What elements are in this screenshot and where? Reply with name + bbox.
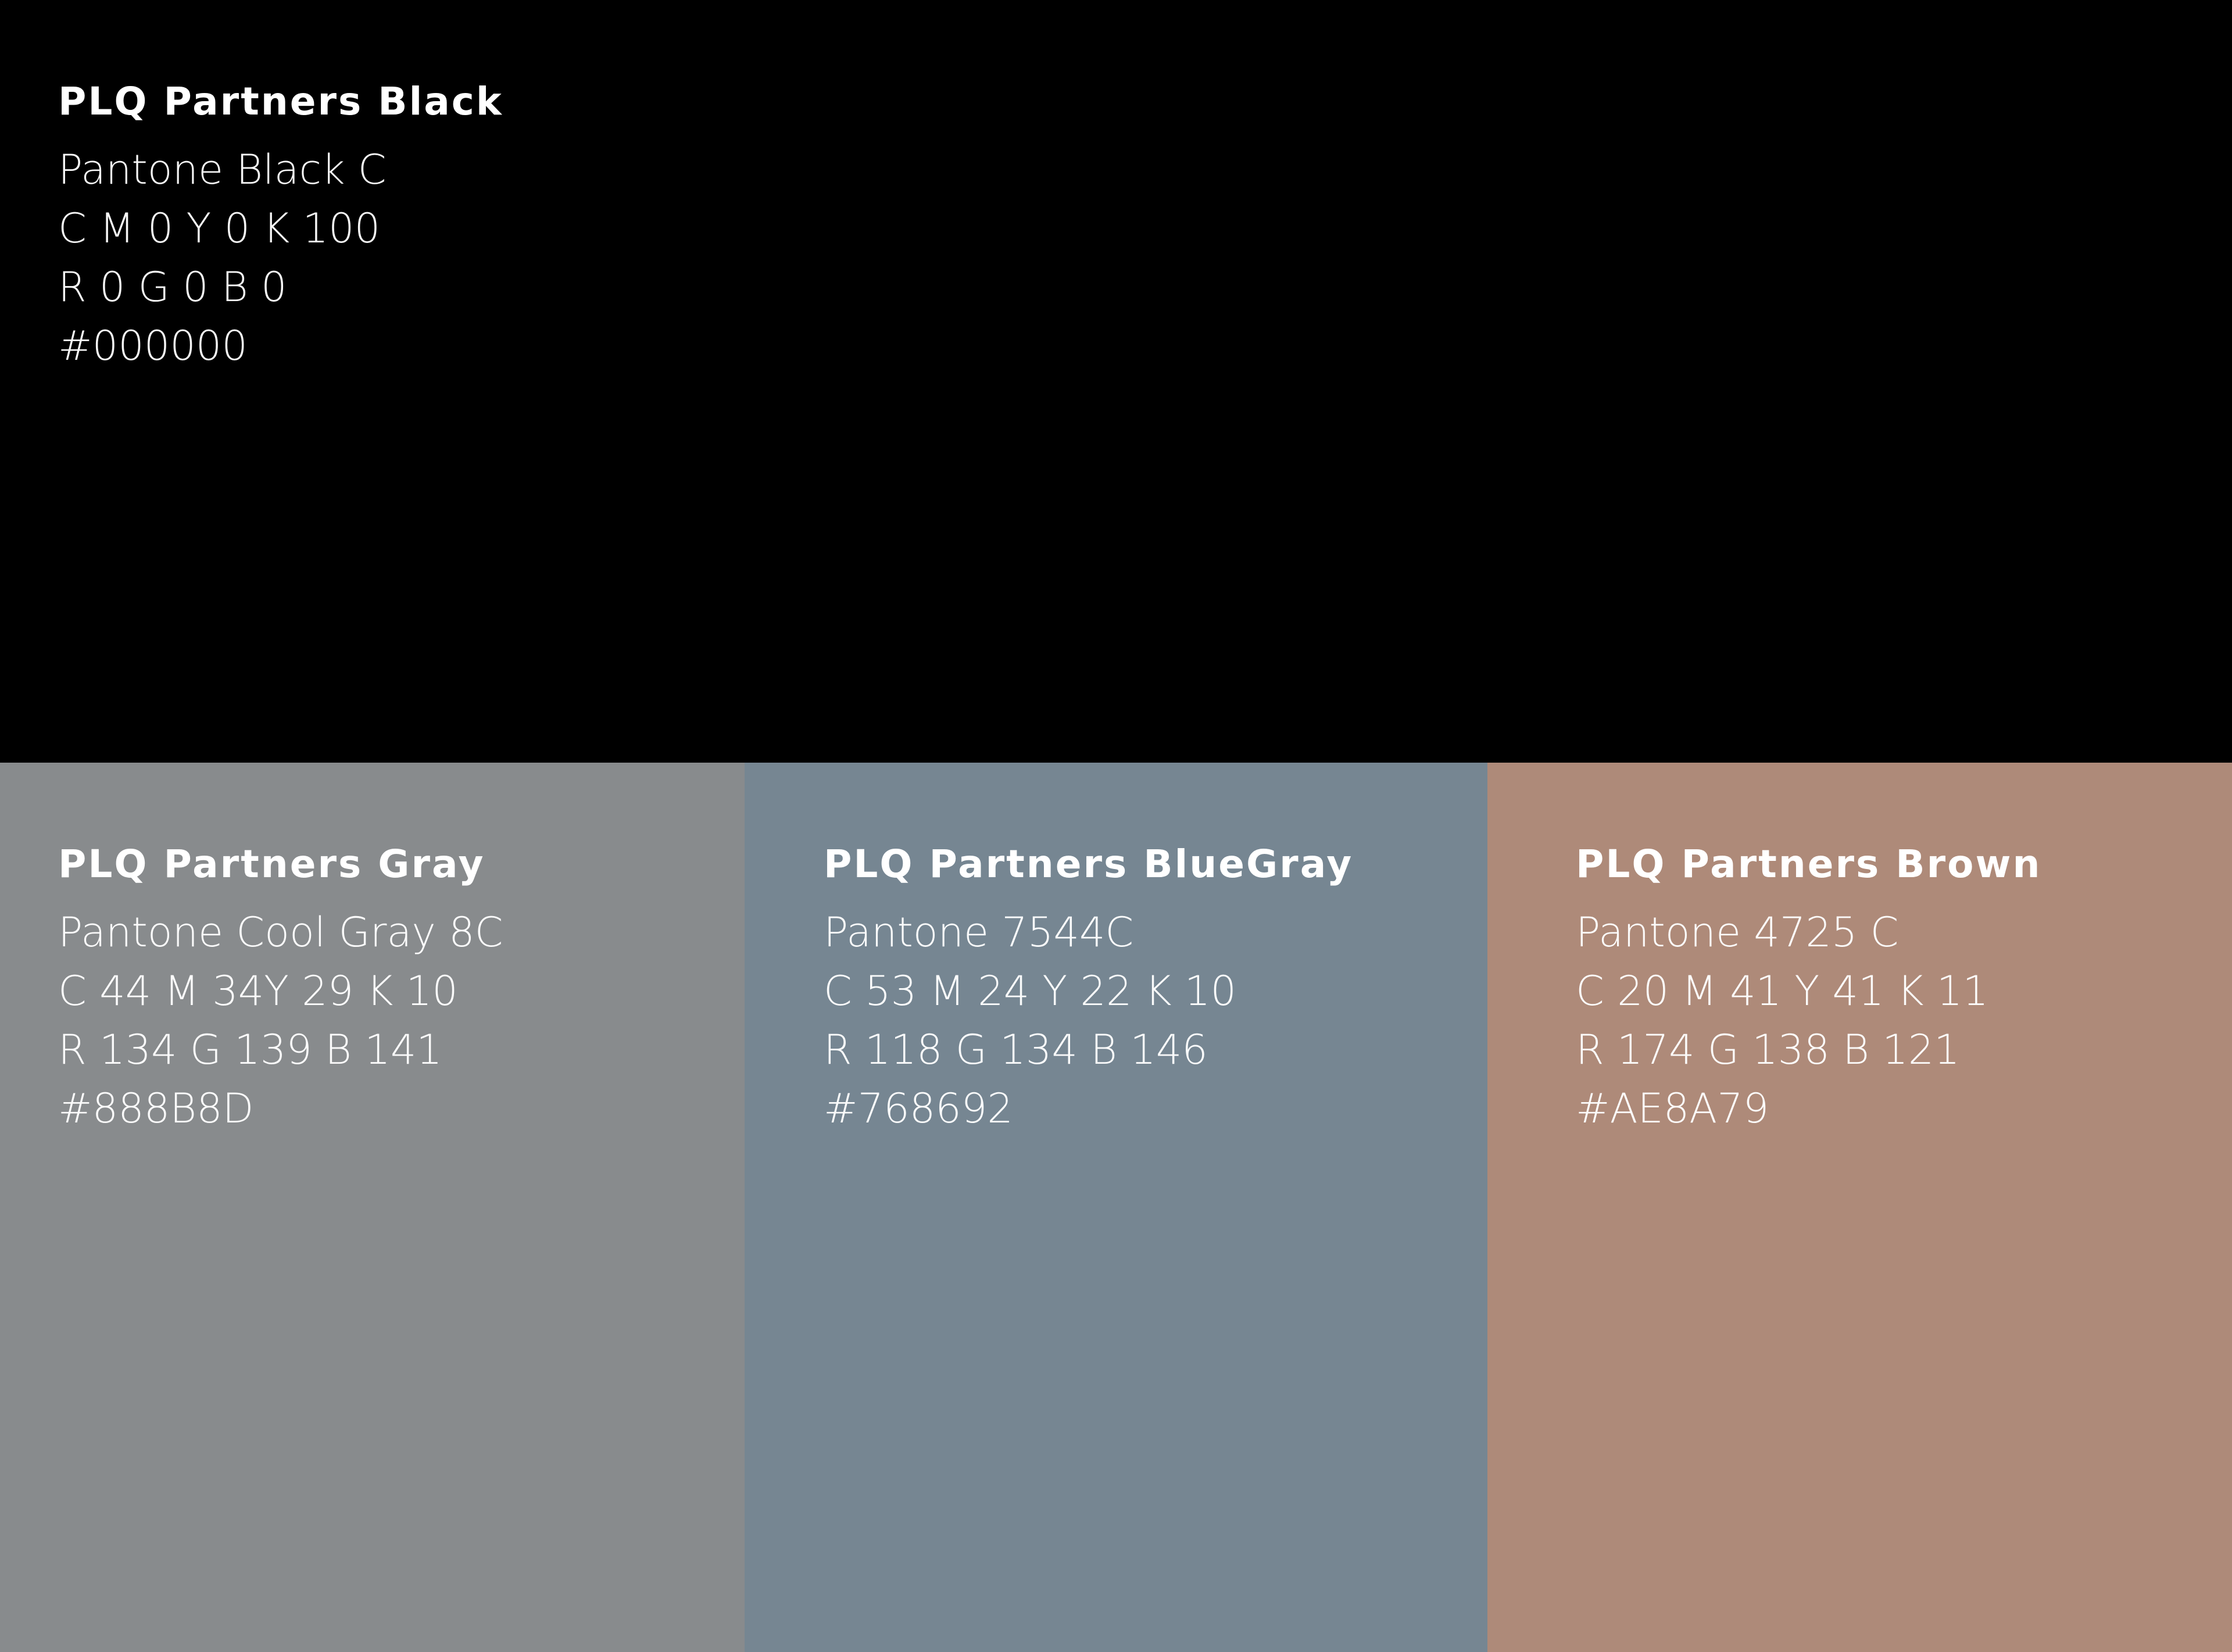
swatch-bluegray: PLQ Partners BlueGray Pantone 7544C C 53… bbox=[745, 763, 1487, 1652]
swatch-bluegray-cmyk: C 53 M 24 Y 22 K 10 bbox=[824, 967, 1236, 1015]
swatch-bluegray-name: PLQ Partners BlueGray bbox=[824, 842, 1354, 886]
swatch-black: PLQ Partners Black Pantone Black C C M 0… bbox=[0, 0, 2232, 763]
swatch-brown-hex: #AE8A79 bbox=[1576, 1085, 1769, 1132]
swatch-gray-hex: #888B8D bbox=[58, 1085, 254, 1132]
swatch-gray-info: PLQ Partners Gray Pantone Cool Gray 8C C… bbox=[58, 838, 503, 1138]
swatch-gray-name: PLQ Partners Gray bbox=[58, 842, 485, 886]
swatch-brown-pantone: Pantone 4725 C bbox=[1576, 909, 1899, 956]
swatch-black-name: PLQ Partners Black bbox=[58, 79, 503, 124]
swatch-black-info: PLQ Partners Black Pantone Black C C M 0… bbox=[58, 76, 503, 376]
swatch-brown-rgb: R 174 G 138 B 121 bbox=[1576, 1026, 1960, 1074]
swatch-gray: PLQ Partners Gray Pantone Cool Gray 8C C… bbox=[0, 763, 745, 1652]
swatch-brown-info: PLQ Partners Brown Pantone 4725 C C 20 M… bbox=[1576, 838, 2041, 1138]
swatch-gray-pantone: Pantone Cool Gray 8C bbox=[58, 909, 503, 956]
swatch-gray-rgb: R 134 G 139 B 141 bbox=[58, 1026, 442, 1074]
swatch-gray-cmyk: C 44 M 34Y 29 K 10 bbox=[58, 967, 458, 1015]
swatch-black-hex: #000000 bbox=[58, 322, 248, 370]
swatch-black-cmyk: C M 0 Y 0 K 100 bbox=[58, 205, 381, 252]
swatch-black-pantone: Pantone Black C bbox=[58, 146, 387, 194]
swatch-black-rgb: R 0 G 0 B 0 bbox=[58, 263, 287, 311]
swatch-bluegray-pantone: Pantone 7544C bbox=[824, 909, 1134, 956]
swatch-brown-name: PLQ Partners Brown bbox=[1576, 842, 2042, 886]
swatch-bluegray-rgb: R 118 G 134 B 146 bbox=[824, 1026, 1208, 1074]
swatch-brown-cmyk: C 20 M 41 Y 41 K 11 bbox=[1576, 967, 1988, 1015]
color-palette-page: PLQ Partners Black Pantone Black C C M 0… bbox=[0, 0, 2232, 1652]
swatch-bluegray-info: PLQ Partners BlueGray Pantone 7544C C 53… bbox=[824, 838, 1353, 1138]
swatch-bluegray-hex: #768692 bbox=[824, 1085, 1013, 1132]
swatch-brown: PLQ Partners Brown Pantone 4725 C C 20 M… bbox=[1487, 763, 2232, 1652]
